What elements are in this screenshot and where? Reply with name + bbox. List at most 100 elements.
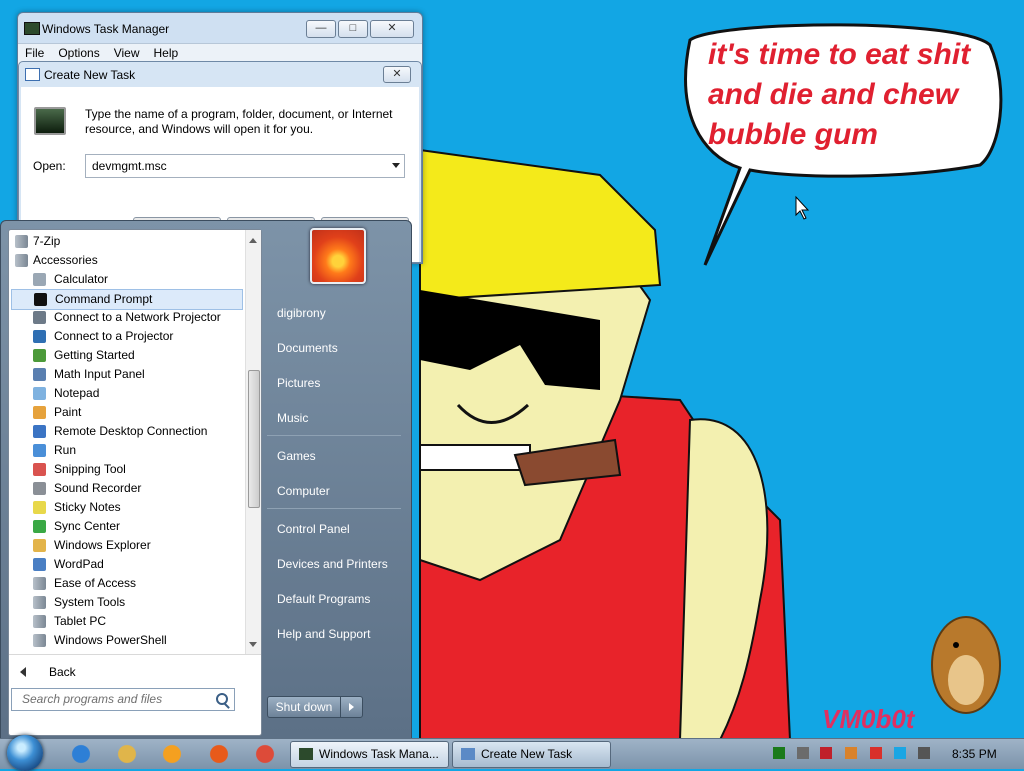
program-item[interactable]: Sync Center: [11, 517, 243, 536]
network-icon[interactable]: [797, 747, 809, 759]
antivirus-v-icon[interactable]: [820, 747, 832, 759]
run-icon: [33, 444, 46, 457]
hamster-icon: [931, 616, 1001, 714]
start-link-documents[interactable]: Documents: [277, 341, 338, 355]
program-item[interactable]: Accessories: [11, 251, 243, 270]
task-manager-titlebar[interactable]: Windows Task Manager — □ ✕: [18, 13, 422, 43]
start-link-pictures[interactable]: Pictures: [277, 376, 320, 390]
display-icon[interactable]: [894, 747, 906, 759]
program-item[interactable]: Calculator: [11, 270, 243, 289]
dialog-titlebar[interactable]: Create New Task ✕: [19, 62, 421, 86]
program-item[interactable]: Remote Desktop Connection: [11, 422, 243, 441]
dialog-close-button[interactable]: ✕: [383, 66, 411, 83]
flag-icon[interactable]: [870, 747, 882, 759]
scroll-thumb[interactable]: [248, 370, 260, 508]
chevron-down-icon[interactable]: [392, 163, 400, 168]
start-link-digibrony[interactable]: digibrony: [277, 306, 326, 320]
green-square-icon[interactable]: [773, 747, 785, 759]
start-link-help-and-support[interactable]: Help and Support: [277, 627, 370, 641]
open-value[interactable]: devmgmt.msc: [92, 159, 167, 173]
clock[interactable]: 8:35 PM: [952, 747, 997, 761]
back-button[interactable]: Back: [9, 654, 261, 689]
windows-explorer-icon[interactable]: [116, 743, 138, 765]
shutdown-button[interactable]: Shut down: [267, 696, 341, 718]
folder-icon: [33, 615, 46, 628]
program-item[interactable]: 7-Zip: [11, 232, 243, 251]
program-label: Windows Explorer: [54, 538, 151, 552]
chrome-icon[interactable]: [254, 743, 276, 765]
sound-recorder-icon: [33, 482, 46, 495]
program-item[interactable]: Sound Recorder: [11, 479, 243, 498]
program-item[interactable]: Notepad: [11, 384, 243, 403]
search-icon[interactable]: [216, 693, 228, 705]
program-label: Command Prompt: [55, 292, 153, 306]
maximize-button[interactable]: □: [338, 20, 368, 38]
program-label: Sync Center: [54, 519, 121, 533]
folder-icon: [33, 577, 46, 590]
program-item[interactable]: Paint: [11, 403, 243, 422]
command-prompt-icon: [34, 293, 47, 306]
taskbar-button[interactable]: Create New Task: [452, 741, 611, 768]
start-menu[interactable]: 7-Zip Accessories Calculator Command Prompt…: [0, 220, 412, 740]
search-placeholder: Search programs and files: [22, 692, 163, 706]
start-menu-separator: [267, 508, 401, 509]
scroll-up-icon[interactable]: [249, 238, 257, 243]
program-item[interactable]: Getting Started: [11, 346, 243, 365]
taskbar-button-label: Create New Task: [481, 747, 573, 761]
start-menu-left-pane: 7-Zip Accessories Calculator Command Prompt…: [8, 229, 262, 736]
speech-bubble-line-3: bubble gum: [708, 118, 878, 151]
taskbar-button[interactable]: Windows Task Mana...: [290, 741, 449, 768]
program-item[interactable]: Math Input Panel: [11, 365, 243, 384]
close-button[interactable]: ✕: [370, 20, 414, 38]
internet-explorer-icon[interactable]: [70, 743, 92, 765]
search-input[interactable]: Search programs and files: [11, 688, 235, 711]
program-item[interactable]: Connect to a Projector: [11, 327, 243, 346]
sync-center-icon: [33, 520, 46, 533]
start-link-music[interactable]: Music: [277, 411, 308, 425]
program-item[interactable]: Snipping Tool: [11, 460, 243, 479]
program-label: Accessories: [33, 253, 98, 267]
shutdown-options-button[interactable]: [340, 696, 363, 718]
start-link-devices-and-printers[interactable]: Devices and Printers: [277, 557, 388, 571]
user-avatar[interactable]: [310, 228, 366, 284]
menu-view[interactable]: View: [107, 44, 147, 62]
start-link-computer[interactable]: Computer: [277, 484, 330, 498]
program-item[interactable]: Command Prompt: [11, 289, 243, 310]
start-link-default-programs[interactable]: Default Programs: [277, 592, 370, 606]
program-item[interactable]: System Tools: [11, 593, 243, 612]
program-label: Remote Desktop Connection: [54, 424, 208, 438]
programs-scrollbar[interactable]: [245, 230, 261, 654]
program-label: Sound Recorder: [54, 481, 142, 495]
minimize-button[interactable]: —: [306, 20, 336, 38]
program-item[interactable]: Tablet PC: [11, 612, 243, 631]
program-item[interactable]: Run: [11, 441, 243, 460]
menu-help[interactable]: Help: [147, 44, 186, 62]
program-item[interactable]: Windows PowerShell: [11, 631, 243, 650]
network-projector-icon: [33, 311, 46, 324]
start-button[interactable]: [7, 735, 43, 771]
task-manager-icon: [24, 22, 40, 35]
program-label: Sticky Notes: [54, 500, 121, 514]
menu-file[interactable]: File: [18, 44, 51, 62]
all-programs-list[interactable]: 7-Zip Accessories Calculator Command Prompt…: [9, 230, 245, 654]
start-menu-separator: [267, 435, 401, 436]
program-item[interactable]: Ease of Access: [11, 574, 243, 593]
open-combobox[interactable]: devmgmt.msc: [85, 154, 405, 178]
program-item[interactable]: Sticky Notes: [11, 498, 243, 517]
notepad-icon: [33, 387, 46, 400]
start-link-control-panel[interactable]: Control Panel: [277, 522, 350, 536]
menu-options[interactable]: Options: [51, 44, 106, 62]
program-item[interactable]: Windows Explorer: [11, 536, 243, 555]
program-label: Windows PowerShell: [54, 633, 167, 647]
scroll-down-icon[interactable]: [249, 642, 257, 647]
speech-bubble-line-2: and die and chew: [708, 78, 960, 111]
start-link-games[interactable]: Games: [277, 449, 316, 463]
math-input-icon: [33, 368, 46, 381]
program-item[interactable]: Connect to a Network Projector: [11, 308, 243, 327]
volume-icon[interactable]: [918, 747, 930, 759]
search-tray-icon[interactable]: [845, 747, 857, 759]
program-label: Connect to a Network Projector: [54, 310, 221, 324]
firefox-icon[interactable]: [208, 743, 230, 765]
program-item[interactable]: WordPad: [11, 555, 243, 574]
media-player-icon[interactable]: [161, 743, 183, 765]
